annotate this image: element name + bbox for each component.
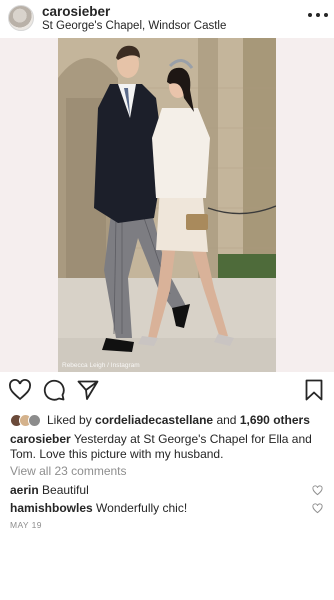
- likes-others[interactable]: 1,690 others: [240, 413, 310, 427]
- post-photo[interactable]: Rebecca Leigh / Instagram: [0, 38, 334, 372]
- likes-prefix: Liked by: [47, 413, 92, 427]
- profile-avatar[interactable]: [8, 5, 34, 31]
- caption-username[interactable]: carosieber: [10, 432, 71, 446]
- comment-like-heart-icon[interactable]: [312, 485, 323, 496]
- comment-icon[interactable]: [42, 378, 66, 402]
- wedding-guests-image: [58, 38, 276, 372]
- likes-summary[interactable]: Liked by cordeliadecastellane and 1,690 …: [10, 412, 310, 428]
- likes-text: Liked by cordeliadecastellane and 1,690 …: [47, 413, 310, 427]
- post-date: MAY 19: [10, 520, 42, 530]
- comment-username[interactable]: hamishbowles: [10, 501, 93, 515]
- likes-user[interactable]: cordeliadecastellane: [95, 413, 213, 427]
- photo-credit: Rebecca Leigh / Instagram: [62, 362, 140, 369]
- action-bar: [0, 378, 334, 406]
- comment-like-heart-icon[interactable]: [312, 503, 323, 514]
- comment-row: aerin Beautiful: [10, 483, 310, 497]
- view-all-comments[interactable]: View all 23 comments: [10, 464, 127, 478]
- likes-conjunction: and: [216, 413, 237, 427]
- photo-content: Rebecca Leigh / Instagram: [58, 38, 276, 372]
- bookmark-icon[interactable]: [302, 378, 326, 402]
- post-username[interactable]: carosieber: [42, 4, 110, 19]
- post-location[interactable]: St George's Chapel, Windsor Castle: [42, 20, 226, 32]
- more-options-icon[interactable]: [308, 10, 328, 20]
- post-caption: carosieber Yesterday at St George's Chap…: [10, 432, 328, 462]
- share-icon[interactable]: [76, 378, 100, 402]
- comment-text: Beautiful: [42, 483, 89, 497]
- comment-text: Wonderfully chic!: [96, 501, 188, 515]
- comment-row: hamishbowles Wonderfully chic!: [10, 501, 310, 515]
- heart-icon[interactable]: [8, 378, 32, 402]
- liker-avatar: [28, 413, 41, 427]
- comment-username[interactable]: aerin: [10, 483, 39, 497]
- post-header: carosieber St George's Chapel, Windsor C…: [0, 0, 334, 38]
